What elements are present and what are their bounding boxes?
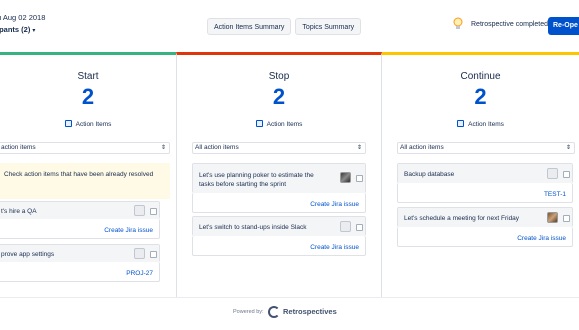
resolve-checkbox[interactable] — [356, 224, 363, 231]
participants-dropdown[interactable]: ipants (2) ▾ — [0, 25, 35, 34]
avatar-placeholder — [547, 168, 558, 179]
action-item-icon — [457, 120, 465, 127]
action-items-label[interactable]: Action Items — [0, 120, 176, 128]
resolve-checkbox[interactable] — [150, 208, 157, 215]
action-item-card: Let's schedule a meeting for next Friday — [397, 207, 573, 228]
reopen-button[interactable]: Re-Ope — [548, 17, 579, 35]
column-start: Start 2 Action Items action items ⇕ Check… — [0, 52, 176, 297]
action-item-footer: Create Jira issue — [397, 227, 573, 247]
action-item-card: t's hire a QA — [0, 201, 160, 220]
action-item-card: prove app settings — [0, 244, 160, 263]
action-item-footer: PROJ-27 — [0, 262, 160, 282]
sort-icon: ⇕ — [356, 145, 362, 151]
action-items-filter[interactable]: All action items ⇕ — [192, 142, 366, 154]
retro-date: u Aug 02 2018 — [0, 13, 46, 22]
avatar-placeholder — [340, 221, 351, 232]
sort-icon: ⇕ — [565, 145, 571, 151]
resolve-checkbox[interactable] — [356, 175, 363, 182]
avatar-placeholder — [134, 248, 145, 259]
avatar — [547, 212, 558, 223]
action-item-footer: Create Jira issue — [192, 236, 366, 256]
column-title: Start — [77, 71, 99, 82]
column-title: Continue — [460, 71, 501, 82]
status-text: Retrospective completed — [471, 20, 549, 28]
action-item-text: prove app settings — [1, 251, 55, 258]
action-items-text: Action Items — [75, 121, 112, 128]
action-items-label[interactable]: Action Items — [382, 120, 579, 128]
avatar-placeholder — [134, 205, 145, 216]
action-items-count: 2 — [474, 84, 487, 109]
action-item-text: Let's schedule a meeting for next Friday — [404, 215, 520, 222]
powered-by-text: Powered by: — [233, 309, 264, 315]
action-items-filter[interactable]: action items ⇕ — [0, 142, 170, 154]
resolve-checkbox[interactable] — [150, 251, 157, 258]
action-items-filter[interactable]: All action items ⇕ — [397, 142, 575, 154]
column-continue: Continue 2 Action Items All action items… — [382, 52, 579, 297]
topics-summary-button[interactable]: Topics Summary — [295, 18, 362, 35]
sort-icon: ⇕ — [160, 145, 166, 151]
action-items-label[interactable]: Action Items — [177, 120, 381, 128]
action-item-card: Backup database — [397, 163, 573, 184]
participants-label: ipants (2) — [0, 25, 31, 34]
column-title: Stop — [268, 71, 290, 82]
action-items-summary-button[interactable]: Action Items Summary — [207, 18, 292, 35]
action-item-icon — [255, 120, 263, 127]
retrospectives-logo-icon — [268, 306, 280, 318]
resolve-notice: Check action items that have been alread… — [0, 163, 170, 199]
brand-name: Retrospectives — [283, 307, 337, 316]
lightbulb-icon — [453, 17, 463, 29]
action-item-footer: Create Jira issue — [0, 219, 160, 239]
resolve-checkbox[interactable] — [563, 215, 570, 222]
create-jira-issue-link[interactable]: Create Jira issue — [310, 201, 359, 208]
action-item-icon — [64, 120, 72, 127]
action-item-footer: TEST-1 — [397, 183, 573, 203]
header: u Aug 02 2018 ipants (2) ▾ Action Items S… — [0, 0, 579, 52]
action-item-text: Backup database — [404, 171, 455, 178]
create-jira-issue-link[interactable]: Create Jira issue — [517, 235, 566, 242]
action-items-count: 2 — [272, 84, 286, 109]
jira-issue-link[interactable]: TEST-1 — [544, 191, 566, 198]
action-items-text: Action Items — [468, 121, 504, 128]
action-items-count: 2 — [81, 84, 95, 109]
action-item-text: t's hire a QA — [1, 208, 37, 215]
resolve-checkbox[interactable] — [563, 171, 570, 178]
notice-text: Check action items that have been alread… — [4, 171, 154, 178]
filter-value: All action items — [195, 144, 239, 151]
summary-buttons: Action Items Summary Topics Summary — [207, 18, 362, 35]
create-jira-issue-link[interactable]: Create Jira issue — [310, 244, 359, 251]
action-items-text: Action Items — [266, 121, 303, 128]
filter-value: action items — [1, 144, 36, 151]
action-item-text: Let's use planning poker to estimate the… — [199, 172, 314, 188]
action-item-card: Let's use planning poker to estimate the… — [192, 163, 366, 194]
footer: Powered by: Retrospectives — [0, 297, 579, 330]
jira-issue-link[interactable]: PROJ-27 — [126, 270, 153, 277]
filter-value: All action items — [400, 144, 444, 151]
action-item-card: Let's switch to stand-ups inside Slack — [192, 216, 366, 237]
action-item-footer: Create Jira issue — [192, 193, 366, 213]
create-jira-issue-link[interactable]: Create Jira issue — [104, 227, 153, 234]
avatar — [340, 172, 351, 183]
column-stop: Stop 2 Action Items All action items ⇕ Le… — [176, 52, 382, 297]
chevron-down-icon: ▾ — [32, 28, 36, 34]
status-area: Retrospective completed — [452, 17, 548, 31]
action-item-text: Let's switch to stand-ups inside Slack — [199, 224, 307, 231]
